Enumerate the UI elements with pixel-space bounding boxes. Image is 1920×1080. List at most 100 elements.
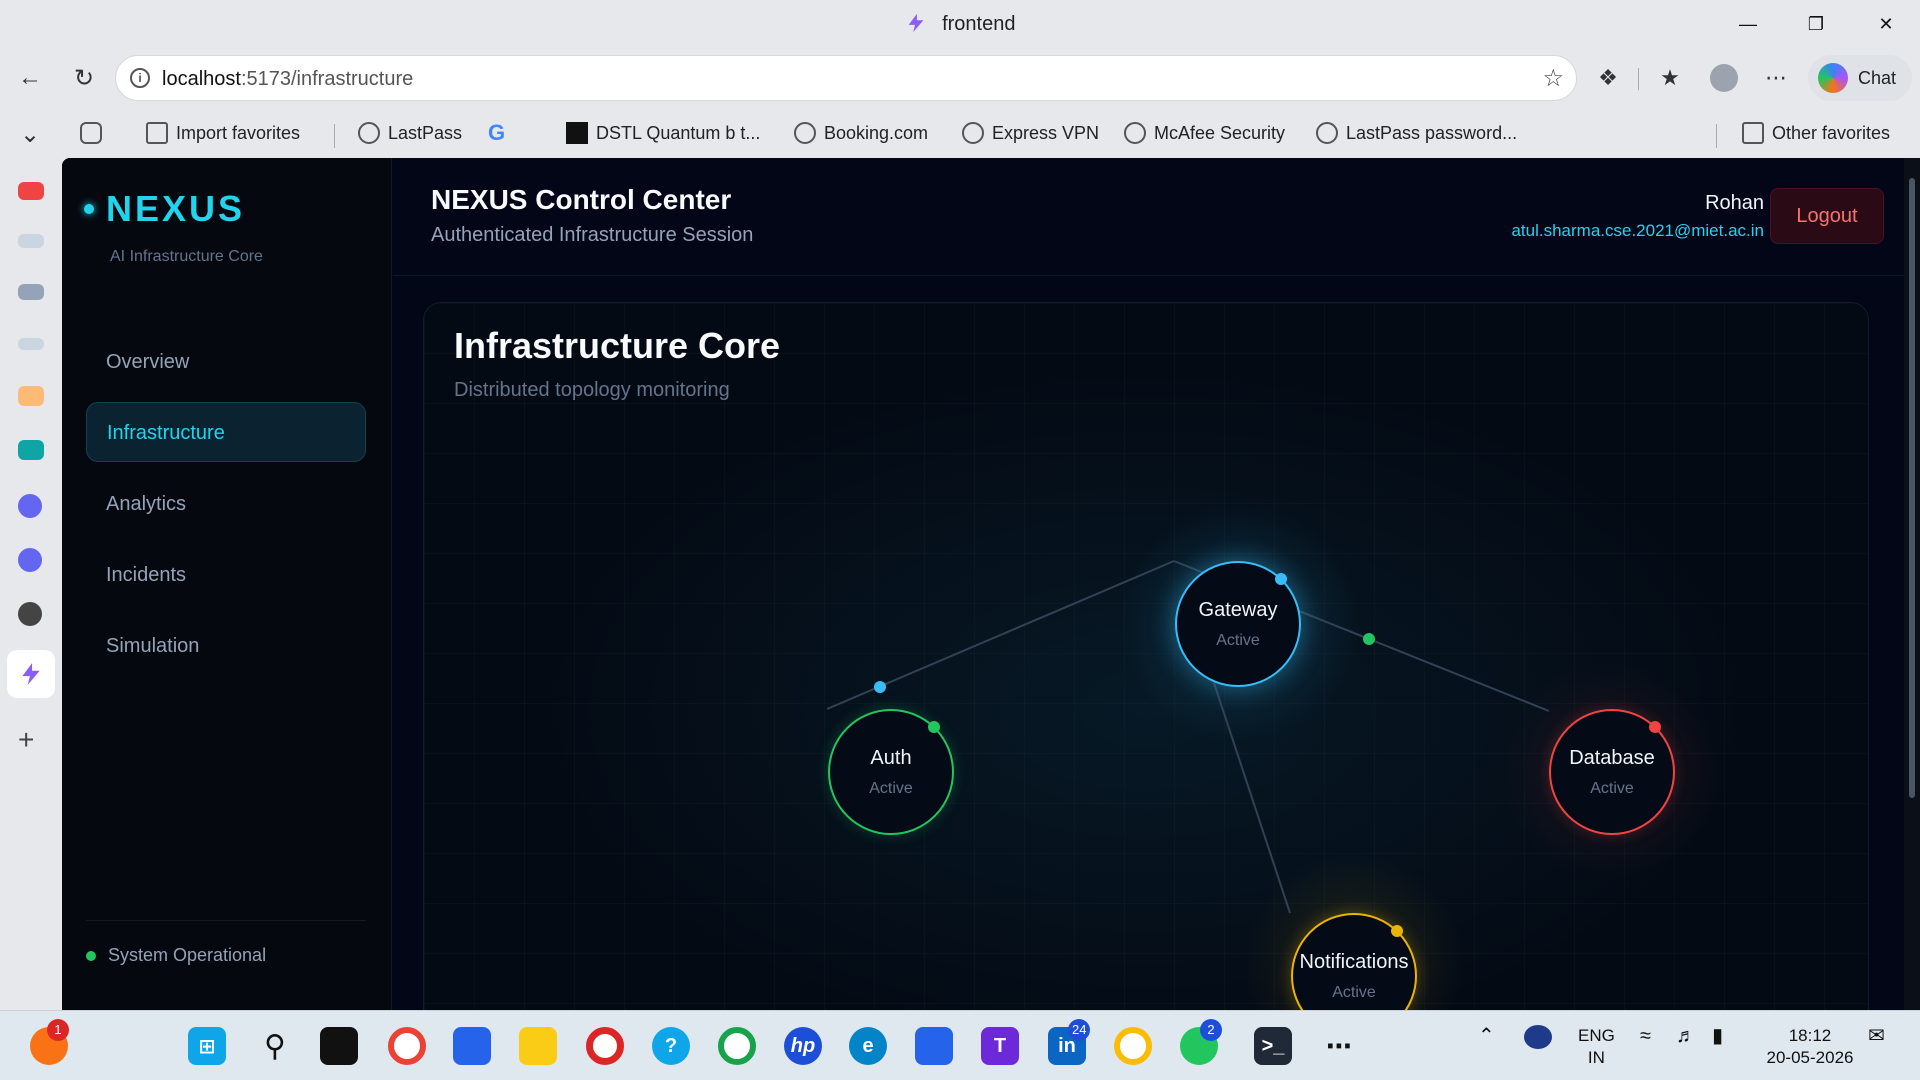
app-header: NEXUS Control Center Authenticated Infra… [393,158,1904,276]
search-icon[interactable]: ⚲ [256,1027,294,1065]
fav-mcafee[interactable]: McAfee Security [1124,120,1285,146]
site-shortcut-icon[interactable] [18,440,44,460]
clock[interactable]: 18:12 20-05-2026 [1760,1025,1860,1069]
toolbar-divider [1638,68,1639,90]
terminal-icon[interactable]: >_ [1254,1027,1292,1065]
notifications-bell-icon[interactable]: ✉ [1868,1025,1885,1047]
opera-icon[interactable] [586,1027,624,1065]
scrollbar-thumb[interactable] [1909,178,1915,798]
site-shortcut-icon[interactable] [18,338,44,350]
fav-lastpass[interactable]: LastPass [358,120,462,146]
extensions-icon[interactable]: ❖ [1588,58,1628,98]
dstl-icon [566,122,588,144]
copilot-icon [1818,63,1848,93]
navigation-bar: ← ↻ i localhost:5173/infrastructure ☆ ❖ … [0,48,1920,108]
system-status: System Operational [86,945,266,966]
nav-item-analytics[interactable]: Analytics [86,474,366,534]
add-shortcut-icon[interactable]: + [18,724,34,756]
logout-button[interactable]: Logout [1770,188,1884,244]
app-viewport: NEXUS AI Infrastructure Core Overview In… [62,158,1920,1010]
page-scrollbar[interactable] [1904,158,1920,1010]
language-indicator[interactable]: ENG IN [1578,1025,1615,1069]
hp-icon[interactable]: hp [784,1027,822,1065]
brand: NEXUS [84,188,245,230]
battery-icon[interactable]: ▮ [1712,1025,1723,1047]
site-shortcut-icon[interactable] [18,234,44,248]
back-icon[interactable]: ← [10,58,50,98]
close-icon[interactable]: ✕ [1866,8,1906,40]
node-auth[interactable]: Auth Active [828,709,954,835]
nav-item-simulation[interactable]: Simulation [86,616,366,676]
fav-dstl[interactable]: DSTL Quantum b t... [566,120,760,146]
window-title: frontend [0,12,1920,36]
topology-links [826,503,1721,1010]
favorites-bar: ⌄ Import favorites LastPass G DSTL Quant… [0,108,1920,158]
app-sidebar: NEXUS AI Infrastructure Core Overview In… [62,158,392,1010]
chrome-profile-icon[interactable] [718,1027,756,1065]
github-icon[interactable] [18,602,42,626]
more-options-icon[interactable]: ⋯ [1756,58,1796,98]
profile-avatar-icon[interactable] [1704,58,1744,98]
site-info-icon[interactable]: i [130,68,150,88]
node-status-dot-icon [1649,721,1661,733]
notification-badge: 1 [47,1019,69,1041]
onedrive-icon[interactable] [1524,1025,1552,1049]
node-gateway[interactable]: Gateway Active [1175,561,1301,687]
site-shortcut-icon[interactable] [18,494,42,518]
windows-taskbar: 1 ⊞ ⚲ ? hp e T in 24 2 >_ ⋯ ⌃ ENG IN ≈ ♬ … [0,1010,1920,1080]
globe-icon [1124,122,1146,144]
google-icon: G [488,120,506,145]
header-title: NEXUS Control Center [431,184,732,215]
nav-item-infrastructure[interactable]: Infrastructure [86,402,366,462]
start-icon[interactable]: ⊞ [188,1027,226,1065]
task-view-icon[interactable] [320,1027,358,1065]
wifi-icon[interactable]: ≈ [1640,1025,1651,1047]
user-name: Rohan [1705,192,1764,214]
vite-app-icon[interactable] [7,650,55,698]
node-database[interactable]: Database Active [1549,709,1675,835]
refresh-icon[interactable]: ↻ [64,58,104,98]
edge-icon[interactable]: e [849,1027,887,1065]
youtube-icon[interactable] [18,182,44,200]
fav-expressvpn[interactable]: Express VPN [962,120,1099,146]
minimize-icon[interactable]: — [1728,8,1768,40]
copilot-chat-button[interactable]: Chat [1808,55,1912,101]
fav-booking[interactable]: Booking.com [794,120,928,146]
packet-dot [1363,633,1375,645]
sidebar-divider [86,920,366,921]
ms-store-icon[interactable] [453,1027,491,1065]
nav-item-incidents[interactable]: Incidents [86,545,366,605]
nav-item-overview[interactable]: Overview [86,332,366,392]
site-shortcut-icon[interactable] [18,548,42,572]
header-subtitle: Authenticated Infrastructure Session [431,224,754,246]
file-explorer-icon[interactable] [519,1027,557,1065]
node-status-dot-icon [928,721,940,733]
overflow-icon[interactable]: ⋯ [1320,1027,1358,1065]
whatsapp-badge: 2 [1200,1019,1222,1041]
fav-lastpass-password[interactable]: LastPass password... [1316,120,1517,146]
tray-chevron-icon[interactable]: ⌃ [1478,1025,1495,1047]
remote-app-icon[interactable] [915,1027,953,1065]
volume-icon[interactable]: ♬ [1676,1025,1696,1047]
favorite-star-icon[interactable]: ☆ [1542,64,1564,93]
address-text[interactable]: localhost:5173/infrastructure [162,68,413,91]
chrome-icon[interactable] [388,1027,426,1065]
restore-icon[interactable]: ❐ [1796,8,1836,40]
get-help-icon[interactable]: ? [652,1027,690,1065]
system-status-text: System Operational [108,945,267,965]
sidebar-collapse-chevron-icon[interactable]: ⌄ [10,114,50,154]
fav-other-folder[interactable]: Other favorites [1742,120,1890,146]
teams-icon[interactable]: T [981,1027,1019,1065]
fav-google[interactable]: G [488,120,505,146]
globe-icon [358,122,380,144]
globe-icon [1316,122,1338,144]
favorites-icon[interactable]: ★ [1650,58,1690,98]
site-shortcut-icon[interactable] [18,386,44,406]
tab-actions-icon[interactable] [80,120,102,146]
edge-sidebar: + [0,158,62,1010]
site-shortcut-icon[interactable] [18,284,44,300]
fav-import[interactable]: Import favorites [146,120,300,146]
globe-icon [962,122,984,144]
address-bar[interactable]: i localhost:5173/infrastructure ☆ [115,55,1577,101]
chrome-profile-icon[interactable] [1114,1027,1152,1065]
